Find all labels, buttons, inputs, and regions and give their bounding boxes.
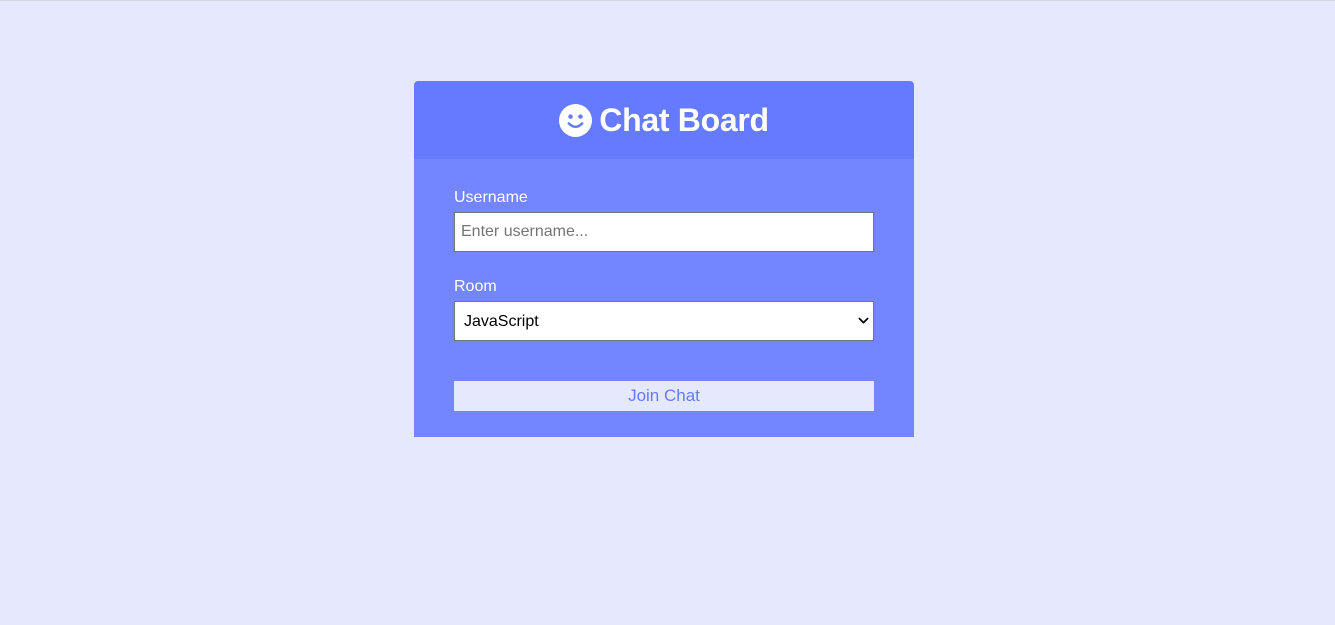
join-form: Username Room JavaScript Join Chat bbox=[414, 159, 914, 437]
join-card: Chat Board Username Room JavaScript Join… bbox=[414, 81, 914, 437]
room-label: Room bbox=[454, 278, 497, 295]
username-control: Username bbox=[454, 189, 874, 252]
room-select-wrapper: JavaScript bbox=[454, 301, 874, 341]
join-chat-button[interactable]: Join Chat bbox=[454, 381, 874, 411]
username-input[interactable] bbox=[454, 212, 874, 252]
app-title: Chat Board bbox=[599, 102, 769, 138]
smiley-icon bbox=[559, 103, 593, 137]
room-control: Room JavaScript bbox=[454, 278, 874, 341]
join-header: Chat Board bbox=[414, 81, 914, 159]
room-select[interactable]: JavaScript bbox=[454, 301, 874, 341]
username-label: Username bbox=[454, 189, 528, 206]
